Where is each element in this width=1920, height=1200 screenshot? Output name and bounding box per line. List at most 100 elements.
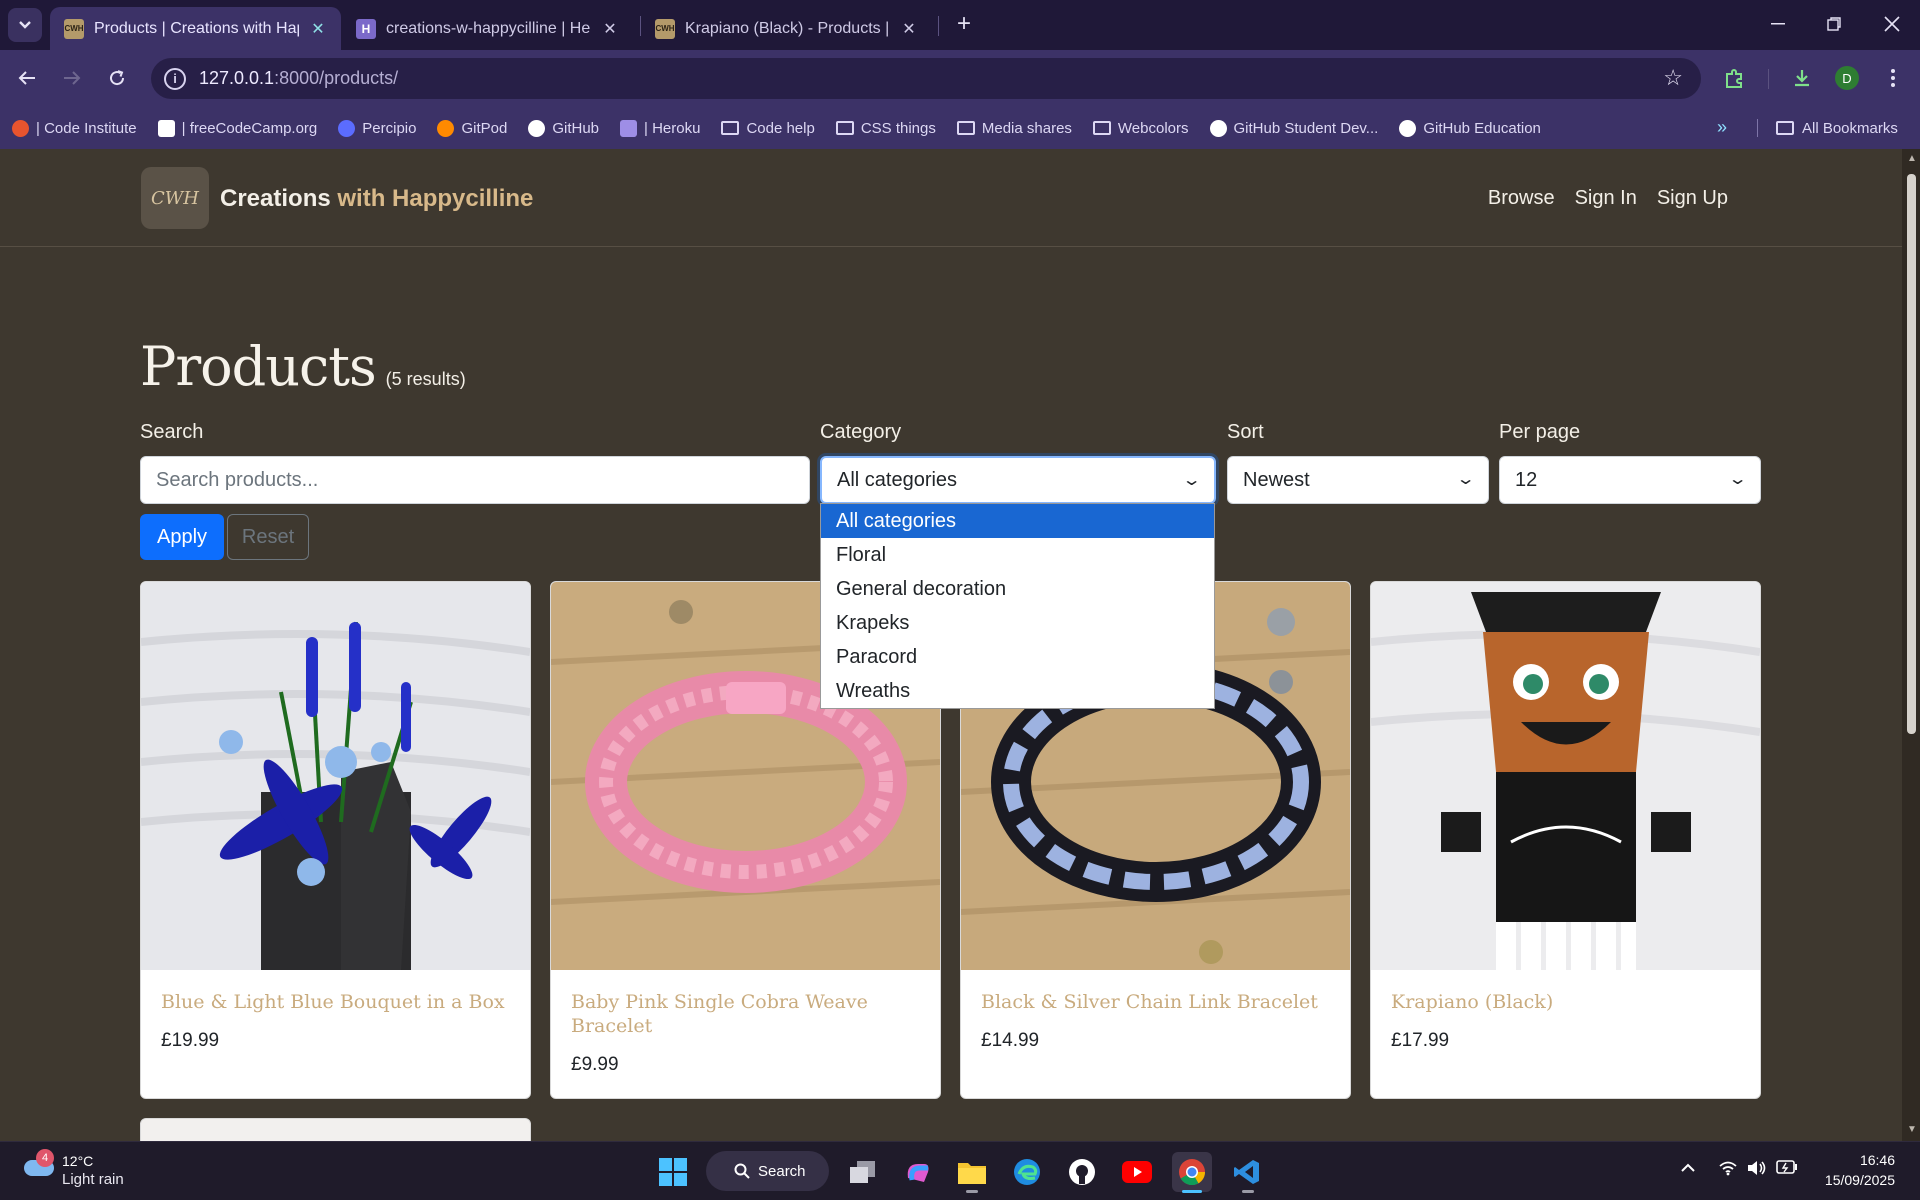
bookmark-folder-css-things[interactable]: CSS things <box>835 120 936 137</box>
reset-button[interactable]: Reset <box>227 514 309 560</box>
nav-sign-in-link[interactable]: Sign In <box>1575 187 1637 210</box>
chrome-button[interactable] <box>1172 1152 1212 1192</box>
chevron-up-icon <box>1681 1163 1695 1172</box>
product-image-bouquet[interactable] <box>141 582 530 970</box>
product-price: £9.99 <box>571 1054 619 1075</box>
youtube-button[interactable] <box>1117 1152 1157 1192</box>
tab-separator <box>938 16 939 36</box>
copilot-button[interactable] <box>898 1152 938 1192</box>
clock-time: 16:46 <box>1859 1152 1895 1168</box>
category-option-krapeks[interactable]: Krapeks <box>821 606 1214 640</box>
restore-icon <box>1827 17 1841 31</box>
forward-button[interactable] <box>57 63 87 93</box>
taskbar-running-indicator <box>1242 1190 1254 1193</box>
start-button[interactable] <box>653 1152 693 1192</box>
tab-title: Krapiano (Black) - Products | Creations <box>685 19 890 37</box>
volume-icon[interactable] <box>1746 1160 1768 1181</box>
back-button[interactable] <box>12 63 42 93</box>
bookmark-freecodecamp[interactable]: | freeCodeCamp.org <box>157 119 317 137</box>
bookmark-star-icon[interactable]: ☆ <box>1663 65 1683 91</box>
vscode-icon <box>1234 1160 1259 1184</box>
product-title[interactable]: Baby Pink Single Cobra Weave Bracelet <box>571 990 921 1038</box>
category-select[interactable]: All categories ⌄ <box>820 456 1216 504</box>
bookmark-folder-media-shares[interactable]: Media shares <box>956 120 1072 137</box>
product-title[interactable]: Blue & Light Blue Bouquet in a Box <box>161 990 511 1014</box>
folder-icon <box>956 121 975 135</box>
page-viewport: CWH Creations with Happycilline Browse S… <box>0 149 1902 1141</box>
close-window-button[interactable] <box>1864 0 1920 48</box>
bookmark-github[interactable]: GitHub <box>528 119 599 137</box>
category-option-wreaths[interactable]: Wreaths <box>821 674 1214 708</box>
search-input[interactable]: Search products... <box>140 456 810 504</box>
downloads-button[interactable] <box>1787 63 1817 93</box>
search-icon <box>734 1163 750 1179</box>
bookmark-folder-code-help[interactable]: Code help <box>721 120 815 137</box>
site-brand[interactable]: Creations with Happycilline <box>220 185 533 213</box>
browser-menu-button[interactable] <box>1878 63 1908 93</box>
address-bar[interactable]: i 127.0.0.1:8000/products/ ☆ <box>151 58 1701 99</box>
close-tab-icon[interactable]: ✕ <box>900 19 918 39</box>
tab-heroku[interactable]: H creations-w-happycilline | Heroku ✕ <box>342 7 633 50</box>
tab-krapiano[interactable]: CWH Krapiano (Black) - Products | Creati… <box>641 7 932 50</box>
product-card[interactable]: Blue & Light Blue Bouquet in a Box £19.9… <box>140 581 531 1099</box>
weather-description: Light rain <box>62 1171 124 1188</box>
wifi-icon[interactable] <box>1718 1160 1738 1181</box>
profile-avatar[interactable]: D <box>1835 66 1859 90</box>
bookmark-percipio[interactable]: Percipio <box>338 119 416 137</box>
bookmark-gitpod[interactable]: GitPod <box>437 119 507 137</box>
tab-products[interactable]: CWH Products | Creations with Happycilli… <box>50 7 341 50</box>
product-price: £17.99 <box>1391 1030 1450 1051</box>
apply-button[interactable]: Apply <box>140 514 224 560</box>
bookmark-code-institute[interactable]: | Code Institute <box>12 119 137 137</box>
weather-widget[interactable]: 4 12°C Light rain <box>22 1149 124 1190</box>
taskbar-search[interactable]: Search <box>706 1151 829 1191</box>
close-tab-icon[interactable]: ✕ <box>309 19 327 39</box>
edge-button[interactable] <box>1007 1152 1047 1192</box>
nav-browse-link[interactable]: Browse <box>1488 187 1555 210</box>
github-desktop-button[interactable] <box>1062 1152 1102 1192</box>
scrollbar-thumb[interactable] <box>1907 174 1916 734</box>
all-bookmarks-button[interactable]: All Bookmarks <box>1776 107 1898 149</box>
taskbar-clock[interactable]: 16:46 15/09/2025 <box>1815 1150 1895 1190</box>
product-title[interactable]: Krapiano (Black) <box>1391 990 1741 1014</box>
nav-sign-up-link[interactable]: Sign Up <box>1657 187 1728 210</box>
download-icon <box>1795 70 1809 87</box>
reload-button[interactable] <box>102 63 132 93</box>
page-scrollbar[interactable]: ▲ ▼ <box>1902 149 1920 1141</box>
bookmark-github-education[interactable]: GitHub Education <box>1399 119 1541 137</box>
category-option-general-decoration[interactable]: General decoration <box>821 572 1214 606</box>
site-info-icon[interactable]: i <box>164 67 186 90</box>
chevron-down-icon: ⌄ <box>1455 471 1476 488</box>
close-tab-icon[interactable]: ✕ <box>601 19 619 39</box>
product-title[interactable]: Black & Silver Chain Link Bracelet <box>981 990 1331 1014</box>
scroll-up-icon[interactable]: ▲ <box>1907 153 1917 164</box>
category-option-all[interactable]: All categories <box>821 504 1214 538</box>
site-logo[interactable]: CWH <box>141 167 209 229</box>
bookmarks-overflow-icon[interactable]: » <box>1717 117 1727 138</box>
battery-icon[interactable] <box>1776 1160 1798 1179</box>
edge-icon <box>1014 1159 1040 1185</box>
page-heading: Products (5 results) <box>140 335 466 398</box>
product-image-krapiano[interactable] <box>1371 582 1760 970</box>
product-card[interactable] <box>140 1118 531 1141</box>
vscode-button[interactable] <box>1227 1152 1267 1192</box>
bookmark-folder-webcolors[interactable]: Webcolors <box>1092 120 1189 137</box>
bookmark-github-student[interactable]: GitHub Student Dev... <box>1209 119 1378 137</box>
task-view-button[interactable] <box>843 1152 883 1192</box>
sort-select[interactable]: Newest ⌄ <box>1227 456 1489 504</box>
tab-search-button[interactable] <box>8 8 42 42</box>
scroll-down-icon[interactable]: ▼ <box>1907 1124 1917 1135</box>
new-tab-button[interactable]: + <box>950 11 978 39</box>
tray-overflow-icon[interactable] <box>1680 1160 1696 1178</box>
file-explorer-button[interactable] <box>952 1152 992 1192</box>
product-card[interactable]: Krapiano (Black) £17.99 <box>1370 581 1761 1099</box>
cwh-favicon-icon: CWH <box>655 18 675 39</box>
minimize-button[interactable] <box>1750 0 1806 48</box>
extensions-button[interactable] <box>1720 63 1750 93</box>
per-page-select[interactable]: 12 ⌄ <box>1499 456 1761 504</box>
category-option-floral[interactable]: Floral <box>821 538 1214 572</box>
restore-button[interactable] <box>1806 0 1862 48</box>
category-option-paracord[interactable]: Paracord <box>821 640 1214 674</box>
taskbar-running-indicator <box>966 1190 978 1193</box>
bookmark-heroku[interactable]: | Heroku <box>620 119 700 137</box>
